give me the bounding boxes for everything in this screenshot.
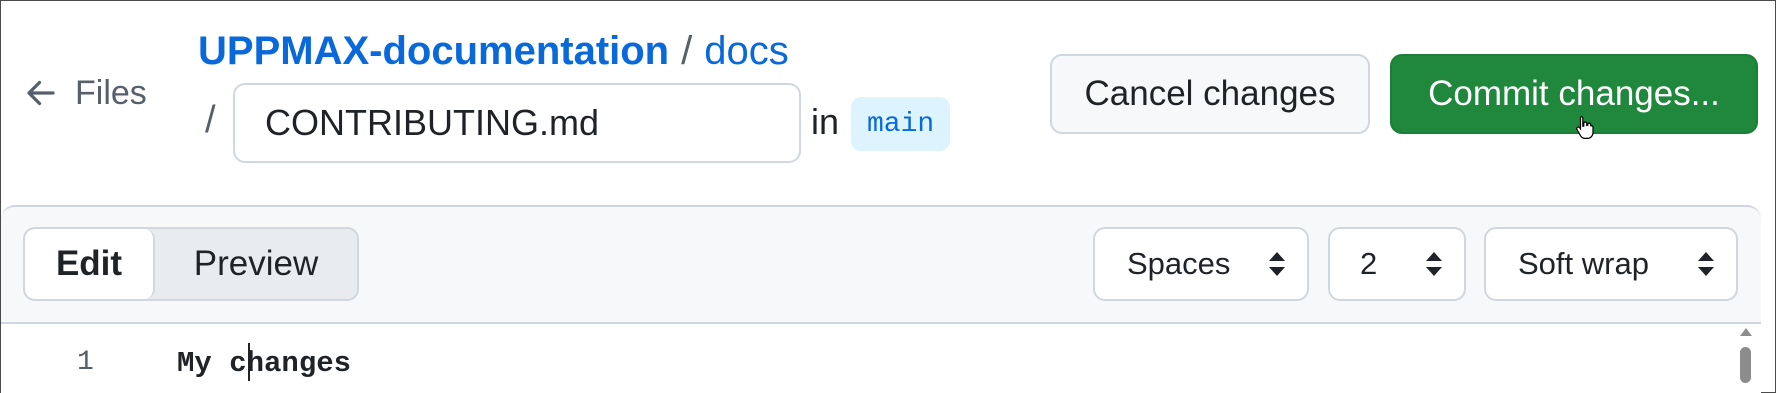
breadcrumb-separator: / bbox=[681, 29, 693, 73]
indent-mode-value: Spaces bbox=[1127, 246, 1231, 281]
filename-input[interactable] bbox=[233, 83, 801, 163]
path-separator: / bbox=[205, 99, 216, 141]
cancel-changes-button[interactable]: Cancel changes bbox=[1050, 54, 1370, 134]
select-arrows-icon bbox=[1269, 252, 1285, 276]
hand-cursor-icon bbox=[1576, 115, 1594, 139]
back-to-files-link[interactable]: Files bbox=[23, 67, 147, 119]
in-label: in bbox=[811, 101, 840, 142]
breadcrumb-folder-link[interactable]: docs bbox=[704, 29, 789, 74]
back-link-label: Files bbox=[75, 73, 147, 112]
scrollbar-thumb[interactable] bbox=[1740, 347, 1751, 383]
tab-edit[interactable]: Edit bbox=[25, 229, 155, 299]
breadcrumb: UPPMAX-documentation / docs bbox=[198, 29, 789, 74]
select-arrows-icon bbox=[1426, 252, 1442, 276]
text-caret bbox=[248, 343, 250, 381]
code-line[interactable]: My changes bbox=[177, 347, 351, 380]
arrow-left-icon bbox=[27, 80, 55, 106]
indent-size-select[interactable]: 2 bbox=[1328, 227, 1466, 301]
branch-badge: main bbox=[851, 97, 951, 151]
indent-mode-select[interactable]: Spaces bbox=[1093, 227, 1309, 301]
breadcrumb-repo-link[interactable]: UPPMAX-documentation bbox=[198, 29, 669, 74]
wrap-mode-value: Soft wrap bbox=[1518, 246, 1649, 281]
edit-preview-toggle: Edit Preview bbox=[23, 227, 359, 301]
wrap-mode-select[interactable]: Soft wrap bbox=[1484, 227, 1738, 301]
indent-size-value: 2 bbox=[1360, 246, 1378, 281]
tab-preview[interactable]: Preview bbox=[155, 229, 357, 299]
commit-changes-button[interactable]: Commit changes... bbox=[1390, 54, 1758, 134]
select-arrows-icon bbox=[1698, 252, 1714, 276]
scroll-up-arrow-icon[interactable] bbox=[1739, 327, 1753, 337]
line-number: 1 bbox=[77, 347, 94, 378]
